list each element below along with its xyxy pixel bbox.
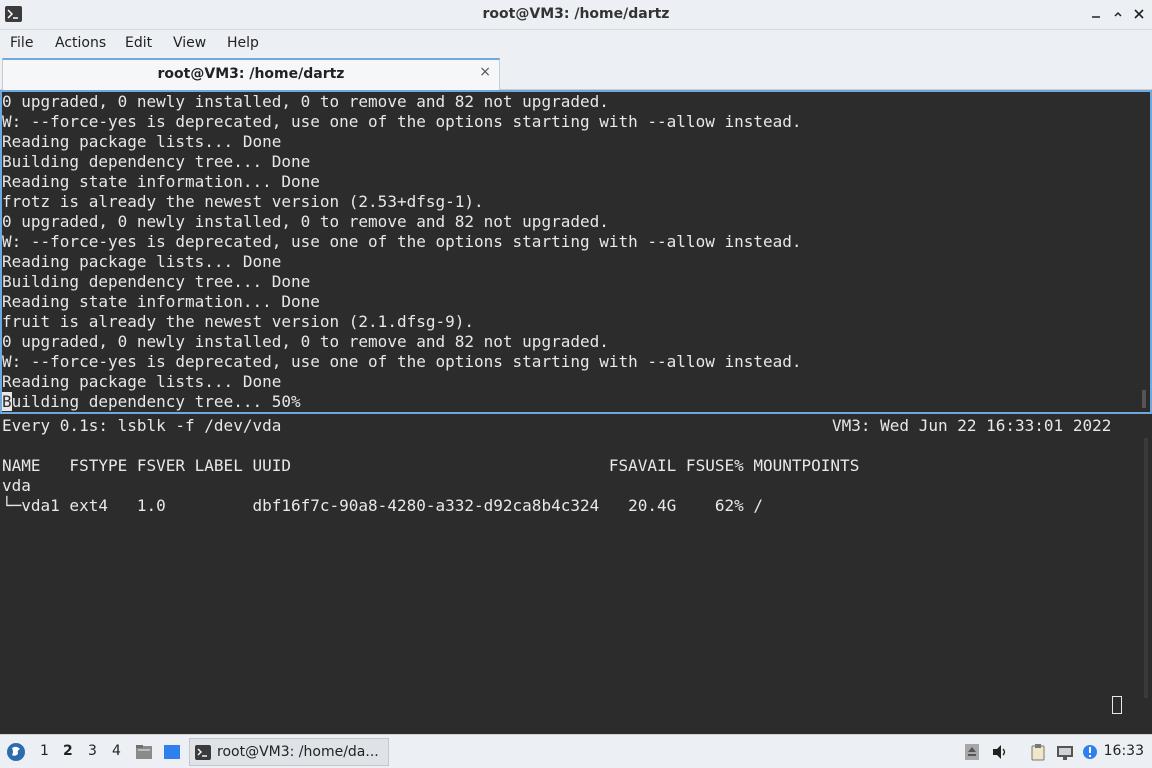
close-button[interactable]: [1130, 5, 1148, 23]
terminal-line: Building dependency tree... Done: [2, 272, 311, 291]
workspace-4[interactable]: 4: [112, 743, 121, 759]
menu-bar: File Actions Edit View Help: [0, 30, 1152, 58]
terminal-line: 0 upgraded, 0 newly installed, 0 to remo…: [2, 212, 609, 231]
window-title: root@VM3: /home/dartz: [482, 6, 670, 22]
tab-close-icon[interactable]: ×: [479, 64, 491, 80]
terminal-line: W: --force-yes is deprecated, use one of…: [2, 352, 802, 371]
terminal-line: fruit is already the newest version (2.1…: [2, 312, 475, 331]
terminal-line: Reading package lists... Done: [2, 252, 282, 271]
terminal-line: W: --force-yes is deprecated, use one of…: [2, 112, 802, 131]
notification-icon[interactable]: [1081, 743, 1099, 761]
lsblk-header: NAME FSTYPE FSVER LABEL UUID FSAVAIL FSU…: [2, 456, 860, 475]
desktop-icon[interactable]: [163, 743, 181, 761]
workspace-3[interactable]: 3: [88, 743, 97, 759]
menu-help[interactable]: Help: [227, 35, 259, 51]
minimize-button[interactable]: [1087, 5, 1105, 23]
start-menu-icon[interactable]: [6, 742, 26, 762]
terminal-line: 0 upgraded, 0 newly installed, 0 to remo…: [2, 332, 609, 351]
terminal-icon: [195, 745, 211, 760]
workspace-1[interactable]: 1: [40, 743, 49, 759]
terminal-pane-top[interactable]: 0 upgraded, 0 newly installed, 0 to remo…: [0, 90, 1152, 414]
lsblk-row: └─vda1 ext4 1.0 dbf16f7c-90a8-4280-a332-…: [2, 496, 763, 515]
top-pane-scrollbar[interactable]: [1142, 390, 1146, 408]
terminal-cursor-hollow: [1112, 696, 1122, 714]
terminal-line: Building dependency tree... Done: [2, 152, 311, 171]
menu-actions[interactable]: Actions: [55, 35, 106, 51]
terminal-line: 0 upgraded, 0 newly installed, 0 to remo…: [2, 92, 609, 111]
workspace-2[interactable]: 2: [63, 743, 73, 759]
tab-bar: root@VM3: /home/dartz ×: [0, 58, 1152, 90]
lsblk-row: vda: [2, 476, 31, 495]
terminal-line-current: Building dependency tree... 50%: [2, 392, 301, 412]
terminal-line: frotz is already the newest version (2.5…: [2, 192, 484, 211]
taskbar-task-label: root@VM3: /home/da...: [217, 744, 379, 760]
tab-terminal[interactable]: root@VM3: /home/dartz ×: [2, 58, 500, 90]
terminal-line: Reading package lists... Done: [2, 132, 282, 151]
menu-file[interactable]: File: [10, 35, 33, 51]
watch-command: Every 0.1s: lsblk -f /dev/vda: [2, 416, 282, 435]
volume-icon[interactable]: [991, 743, 1009, 761]
clipboard-icon[interactable]: [1029, 743, 1047, 761]
network-icon[interactable]: [1056, 743, 1074, 761]
clock[interactable]: 16:33: [1104, 743, 1144, 759]
maximize-button[interactable]: [1109, 5, 1127, 23]
window-titlebar[interactable]: root@VM3: /home/dartz: [0, 0, 1152, 30]
file-manager-icon[interactable]: [135, 743, 153, 761]
menu-edit[interactable]: Edit: [125, 35, 152, 51]
menu-view[interactable]: View: [173, 35, 206, 51]
bottom-pane-scrollbar[interactable]: [1144, 438, 1148, 698]
taskbar-terminal-button[interactable]: root@VM3: /home/da...: [189, 738, 389, 766]
terminal-line: W: --force-yes is deprecated, use one of…: [2, 232, 802, 251]
terminal-line: Reading state information... Done: [2, 172, 320, 191]
terminal-line: Reading package lists... Done: [2, 372, 282, 391]
terminal-cursor: B: [2, 392, 12, 411]
terminal-line-progress: uilding dependency tree... 50%: [11, 392, 301, 411]
terminal-line: Reading state information... Done: [2, 292, 320, 311]
upload-icon[interactable]: [963, 743, 981, 761]
taskbar: 1 2 3 4 root@VM3: /home/da... 16:33: [0, 734, 1152, 768]
tab-label: root@VM3: /home/dartz: [157, 66, 345, 82]
watch-timestamp: VM3: Wed Jun 22 16:33:01 2022: [832, 416, 1112, 435]
terminal-pane-bottom[interactable]: Every 0.1s: lsblk -f /dev/vda VM3: Wed J…: [0, 416, 1152, 734]
